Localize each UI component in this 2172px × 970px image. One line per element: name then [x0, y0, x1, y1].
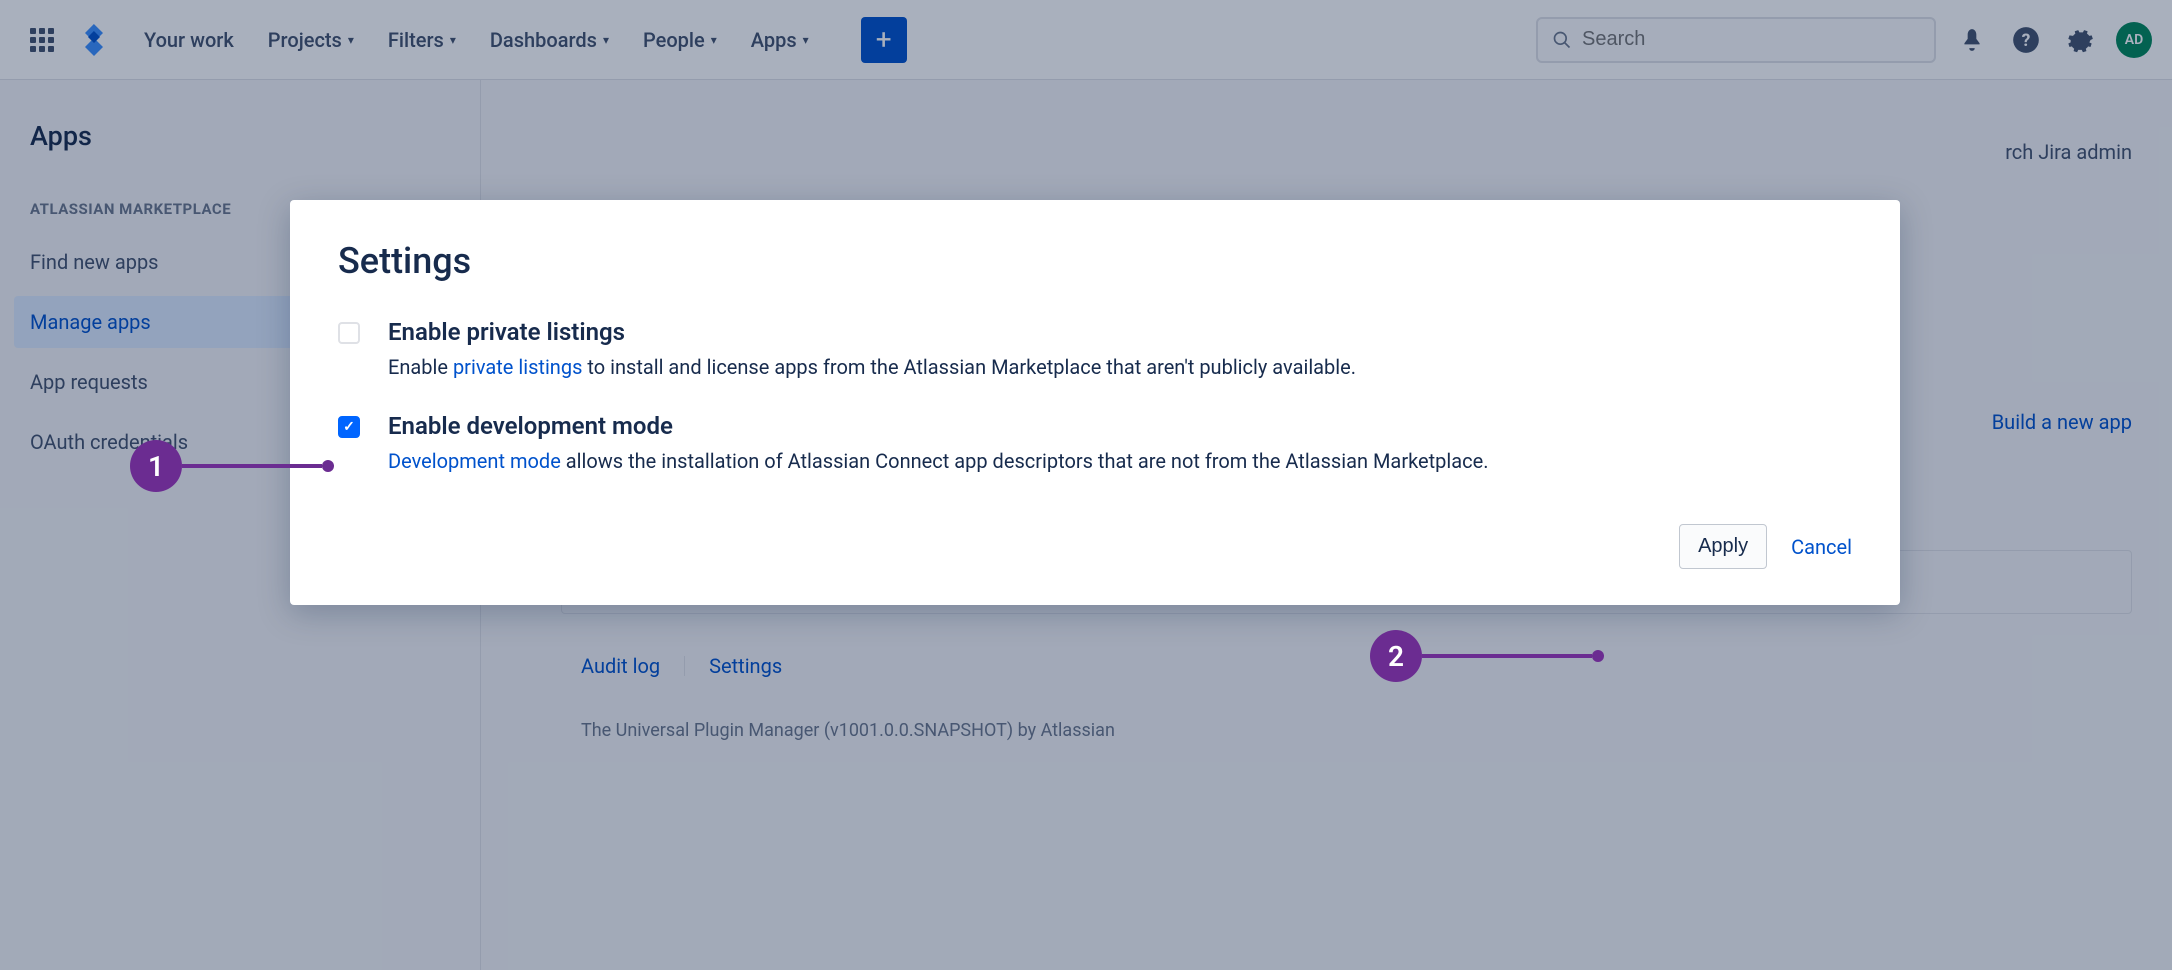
desc-text: allows the installation of Atlassian Con… — [561, 449, 1489, 473]
setting-description: Development mode allows the installation… — [388, 446, 1489, 476]
apply-button[interactable]: Apply — [1679, 524, 1767, 569]
annotation-1: 1 — [130, 440, 334, 492]
annotation-2: 2 — [1370, 630, 1604, 682]
annotation-dot — [1592, 650, 1604, 662]
desc-text: to install and license apps from the Atl… — [582, 355, 1356, 379]
setting-title: Enable development mode — [388, 412, 1489, 440]
setting-private-listings: Enable private listings Enable private l… — [338, 318, 1852, 382]
annotation-dot — [322, 460, 334, 472]
modal-title: Settings — [338, 240, 1852, 282]
annotation-line — [182, 464, 322, 468]
settings-modal: Settings Enable private listings Enable … — [290, 200, 1900, 605]
desc-text: Enable — [388, 355, 453, 379]
cancel-button[interactable]: Cancel — [1791, 535, 1852, 559]
modal-actions: Apply Cancel — [338, 524, 1852, 569]
annotation-number: 2 — [1370, 630, 1422, 682]
checkbox-development-mode[interactable] — [338, 416, 360, 438]
checkbox-private-listings[interactable] — [338, 322, 360, 344]
setting-title: Enable private listings — [388, 318, 1356, 346]
annotation-line — [1422, 654, 1592, 658]
development-mode-link[interactable]: Development mode — [388, 449, 561, 473]
setting-development-mode: Enable development mode Development mode… — [338, 412, 1852, 476]
private-listings-link[interactable]: private listings — [453, 355, 582, 379]
setting-description: Enable private listings to install and l… — [388, 352, 1356, 382]
annotation-number: 1 — [130, 440, 182, 492]
